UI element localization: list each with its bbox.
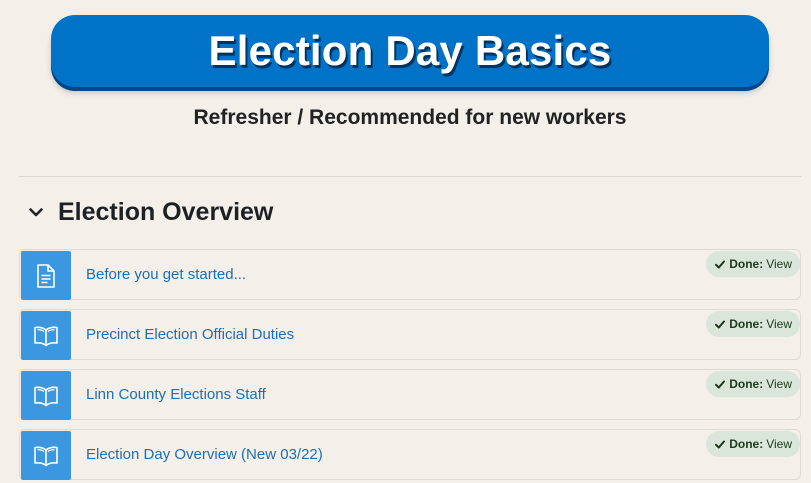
view-link[interactable]: View bbox=[766, 317, 792, 331]
book-icon[interactable] bbox=[21, 431, 71, 480]
check-icon bbox=[715, 440, 726, 449]
view-link[interactable]: View bbox=[766, 257, 792, 271]
view-link[interactable]: View bbox=[766, 377, 792, 391]
activity-link[interactable]: Election Day Overview (New 03/22) bbox=[86, 446, 323, 463]
chevron-down-icon[interactable] bbox=[28, 204, 44, 220]
completion-badge[interactable]: Done: View bbox=[706, 371, 800, 397]
check-icon bbox=[715, 320, 726, 329]
completion-badge[interactable]: Done: View bbox=[706, 311, 800, 337]
activity-link[interactable]: Precinct Election Official Duties bbox=[86, 326, 294, 343]
divider bbox=[19, 176, 801, 177]
done-label: Done: bbox=[729, 437, 764, 451]
activity-item: Election Day Overview (New 03/22) Done: … bbox=[19, 429, 801, 480]
page-title: Election Day Basics bbox=[208, 27, 612, 74]
page-subtitle: Refresher / Recommended for new workers bbox=[193, 106, 627, 129]
check-icon bbox=[715, 260, 726, 269]
book-icon[interactable] bbox=[21, 311, 71, 360]
activity-link[interactable]: Linn County Elections Staff bbox=[86, 386, 266, 403]
activity-item: Linn County Elections Staff Done: View bbox=[19, 369, 801, 420]
done-label: Done: bbox=[729, 377, 764, 391]
activity-item: Precinct Election Official Duties Done: … bbox=[19, 309, 801, 360]
section-title: Election Overview bbox=[58, 197, 274, 226]
check-icon bbox=[715, 380, 726, 389]
page-banner: Election Day Basics bbox=[51, 15, 769, 87]
done-label: Done: bbox=[729, 257, 764, 271]
book-icon[interactable] bbox=[21, 371, 71, 420]
done-label: Done: bbox=[729, 317, 764, 331]
view-link[interactable]: View bbox=[766, 437, 792, 451]
document-icon[interactable] bbox=[21, 251, 71, 300]
section-toggle[interactable]: Election Overview bbox=[28, 196, 273, 228]
activity-link[interactable]: Before you get started... bbox=[86, 266, 246, 283]
activity-item: Before you get started... Done: View bbox=[19, 249, 801, 300]
completion-badge[interactable]: Done: View bbox=[706, 251, 800, 277]
completion-badge[interactable]: Done: View bbox=[706, 431, 800, 457]
